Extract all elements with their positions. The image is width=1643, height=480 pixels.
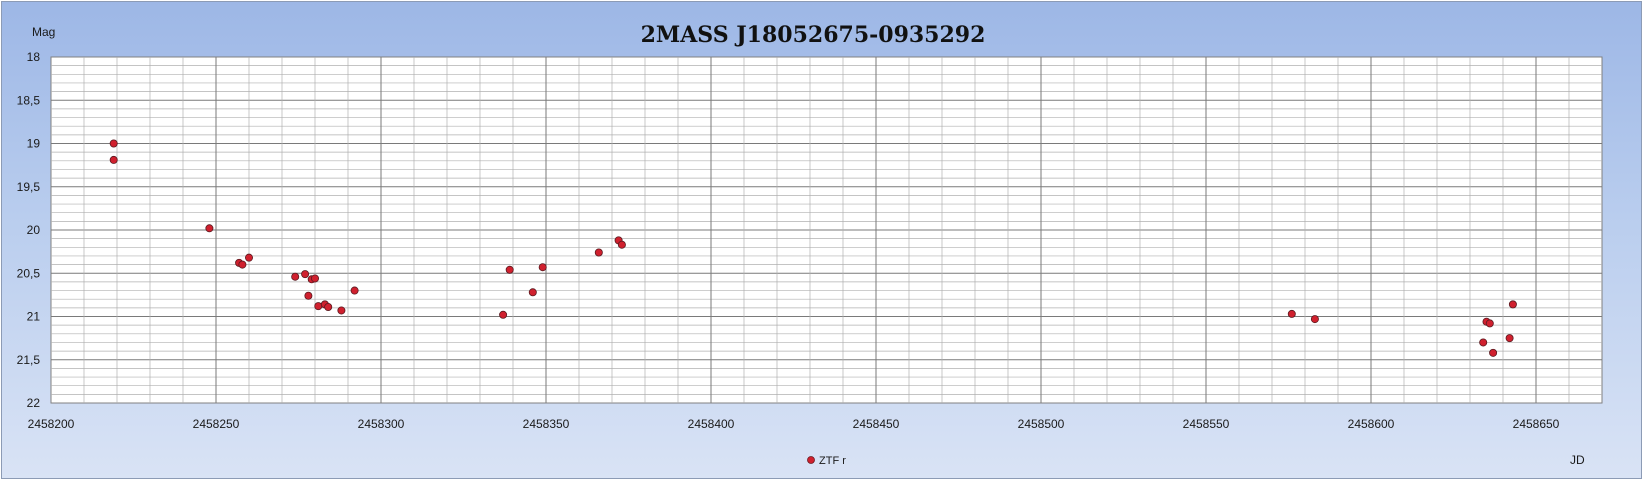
data-point [314,302,323,311]
y-tick-label: 19 [27,137,41,151]
data-point [1479,338,1488,347]
x-axis-label: JD [1570,453,1585,467]
data-point [499,310,508,319]
data-point [310,274,319,283]
x-tick-label: 2458350 [523,417,570,431]
y-tick-label: 21,5 [17,353,41,367]
data-point [594,248,603,257]
y-axis-label: Mag [32,25,55,39]
data-point [337,306,346,315]
data-point [350,286,359,295]
data-point [109,139,118,148]
x-tick-label: 2458250 [193,417,240,431]
data-point [301,270,310,279]
x-tick-labels: 2458200 2458250 2458300 2458350 2458400 24584… [28,417,1560,431]
x-tick-label: 2458400 [688,417,735,431]
y-tick-label: 18,5 [17,93,41,107]
data-point [291,272,300,281]
data-point [1485,319,1494,328]
y-tick-labels: 18 18,5 19 19,5 20 20,5 21 21,5 22 [17,50,41,410]
data-point [1310,315,1319,324]
x-tick-label: 2458600 [1348,417,1395,431]
y-tick-label: 22 [27,396,41,410]
data-point [304,291,313,300]
x-tick-label: 2458450 [853,417,900,431]
data-point [1505,334,1514,343]
data-point [205,224,214,233]
legend: ZTF r [807,455,846,467]
data-point [1287,309,1296,318]
legend-marker [807,456,815,464]
data-point [528,288,537,297]
grid-lines [51,57,1602,403]
legend-label: ZTF r [819,455,846,467]
data-point [1489,348,1498,357]
data-point [244,253,253,262]
x-tick-label: 2458650 [1513,417,1560,431]
x-tick-label: 2458500 [1018,417,1065,431]
data-point [617,240,626,249]
chart-title: 2MASS J18052675-0935292 [641,22,986,48]
y-tick-label: 20 [27,223,41,237]
data-point [1508,300,1517,309]
data-point [109,155,118,164]
y-tick-label: 21 [27,310,41,324]
x-tick-label: 2458550 [1183,417,1230,431]
chart-svg: 2MASS J18052675-0935292 Mag JD 1818,5191… [17,22,1603,467]
data-point [238,260,247,269]
data-point [538,263,547,272]
y-tick-label: 19,5 [17,180,41,194]
x-tick-label: 2458300 [358,417,405,431]
chart-frame: 2MASS J18052675-0935292 Mag JD 18 18,5 19 1… [1,1,1642,479]
data-point [505,265,514,274]
y-tick-label: 18 [27,50,41,64]
x-tick-label: 2458200 [28,417,75,431]
y-tick-label: 20,5 [17,266,41,280]
data-point [324,302,333,311]
